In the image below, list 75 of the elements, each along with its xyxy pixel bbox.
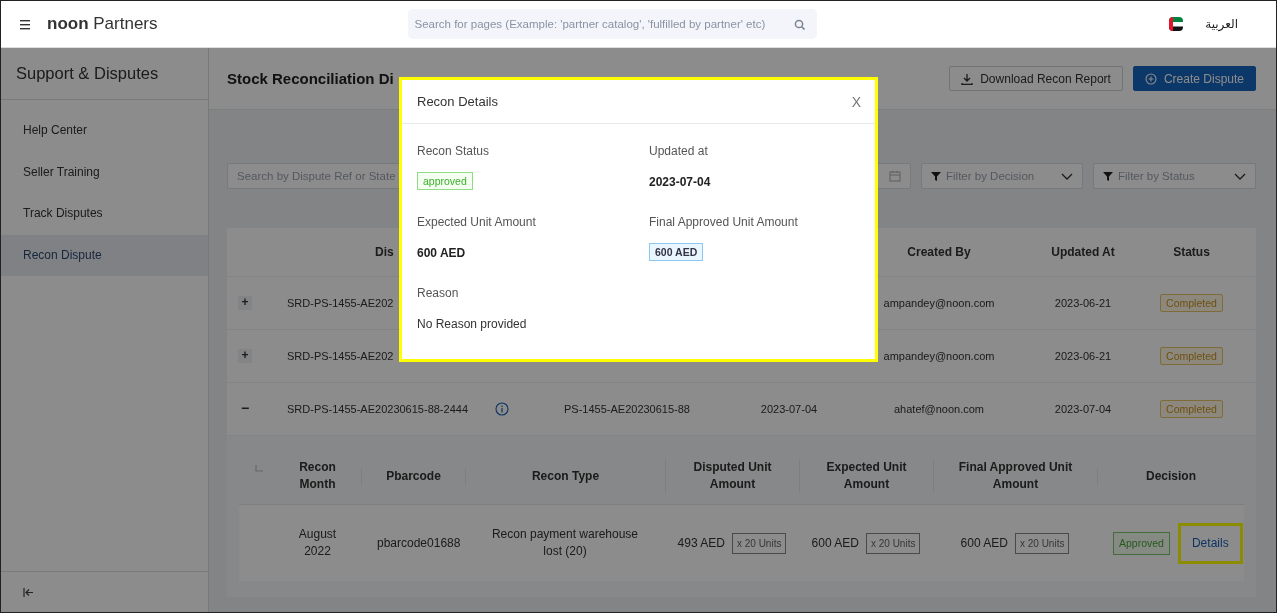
table-cell-text: ahatef@noon.com — [892, 403, 986, 415]
status-badge: approved — [417, 172, 473, 190]
sidebar-title: Support & Disputes — [1, 48, 208, 100]
field-value: 2023-07-04 — [649, 175, 711, 189]
field-label: Expected Unit Amount — [417, 215, 536, 229]
table-cell-text: 2023-06-21 — [1053, 350, 1113, 362]
expand-toggle[interactable]: + — [238, 349, 252, 363]
table-cell-text: Recon payment warehouse lost (20) — [490, 526, 640, 560]
table-cell-text: 2023-07-04 — [759, 403, 819, 415]
table-cell-text: ampandey@noon.com — [882, 350, 996, 362]
column-header: Created By — [906, 245, 972, 259]
search-field[interactable]: Search for pages (Example: 'partner catalog', 'fulfilled by partner' etc) — [407, 9, 817, 39]
download-button[interactable]: Download Recon Report — [949, 66, 1123, 91]
status-badge: Completed — [1160, 347, 1223, 365]
filter-icon — [931, 172, 941, 181]
table-cell-text: PS-1455-AE20230615-88 — [563, 403, 691, 415]
table-cell-text: 2023-07-04 — [1053, 403, 1113, 415]
table-cell-text: SRD-PS-1455-AE202 — [286, 350, 395, 362]
flag-icon[interactable] — [1169, 17, 1184, 31]
column-header: Dis — [375, 245, 394, 259]
calendar-icon — [889, 170, 901, 182]
decision-badge: Approved — [1113, 531, 1170, 555]
amount-text: 600 AED — [960, 534, 1008, 552]
expand-toggle[interactable]: − — [238, 402, 252, 416]
create-button[interactable]: Create Dispute — [1132, 66, 1256, 91]
field-value: No Reason provided — [417, 317, 527, 331]
sidebar-item[interactable]: Recon Dispute — [1, 234, 208, 276]
table-cell-text: August 2022 — [297, 526, 338, 560]
filter-icon — [1103, 172, 1113, 181]
status-badge: Completed — [1160, 294, 1223, 312]
field-value: 600 AED — [417, 246, 466, 260]
chevron-down-icon — [1061, 173, 1073, 180]
download-icon — [961, 72, 974, 85]
collapse-icon[interactable] — [23, 586, 34, 598]
details-link[interactable]: Details — [1177, 522, 1243, 564]
table-cell-text: SRD-PS-1455-AE20230615-88-2444 — [286, 403, 469, 415]
column-header: Pbarcode — [361, 467, 465, 485]
field-label: Recon Status — [417, 144, 490, 158]
field-label: Final Approved Unit Amount — [649, 215, 798, 229]
table-cell-text: ampandey@noon.com — [882, 297, 996, 309]
sidebar-item[interactable]: Help Center — [1, 110, 208, 152]
page-title: Stock Reconciliation Di — [227, 70, 394, 87]
column-header: Recon Type — [465, 467, 665, 485]
units-badge: x 20 Units — [731, 532, 787, 554]
info-icon[interactable] — [495, 402, 509, 416]
amount-text: 600 AED — [811, 534, 859, 552]
corner-icon — [255, 464, 264, 472]
column-header: Decision — [1097, 467, 1244, 485]
status-badge: Completed — [1160, 400, 1223, 418]
table-cell-text: SRD-PS-1455-AE202 — [286, 297, 395, 309]
modal-title: Recon Details — [417, 94, 498, 109]
language-link[interactable]: العربية — [1205, 17, 1238, 31]
logo[interactable]: noon Partners — [47, 14, 158, 34]
column-header: Recon Month — [298, 459, 337, 493]
column-header: Updated At — [1050, 245, 1116, 259]
units-badge: x 20 Units — [865, 532, 921, 554]
column-header: Expected Unit Amount — [799, 459, 933, 493]
expand-toggle[interactable]: + — [238, 296, 252, 310]
search-icon — [793, 19, 805, 30]
column-header: Disputed Unit Amount — [665, 459, 799, 493]
column-header: Status — [1172, 245, 1211, 259]
sidebar-item[interactable]: Seller Training — [1, 151, 208, 193]
table-cell-text: 2023-06-21 — [1053, 297, 1113, 309]
table-cell-text: pbarcode01688 — [376, 534, 462, 552]
field-label: Reason — [417, 286, 459, 300]
column-header: Final Approved Unit Amount — [933, 459, 1097, 493]
field-label: Updated at — [649, 144, 708, 158]
units-badge: x 20 Units — [1014, 532, 1070, 554]
amount-text: 493 AED — [677, 534, 725, 552]
close-button[interactable]: X — [851, 93, 861, 110]
amount-badge: 600 AED — [649, 243, 704, 261]
chevron-down-icon — [1234, 173, 1246, 180]
sidebar-item[interactable]: Track Disputes — [1, 193, 208, 235]
plus-circle-icon — [1144, 72, 1157, 85]
menu-icon[interactable] — [20, 18, 30, 30]
